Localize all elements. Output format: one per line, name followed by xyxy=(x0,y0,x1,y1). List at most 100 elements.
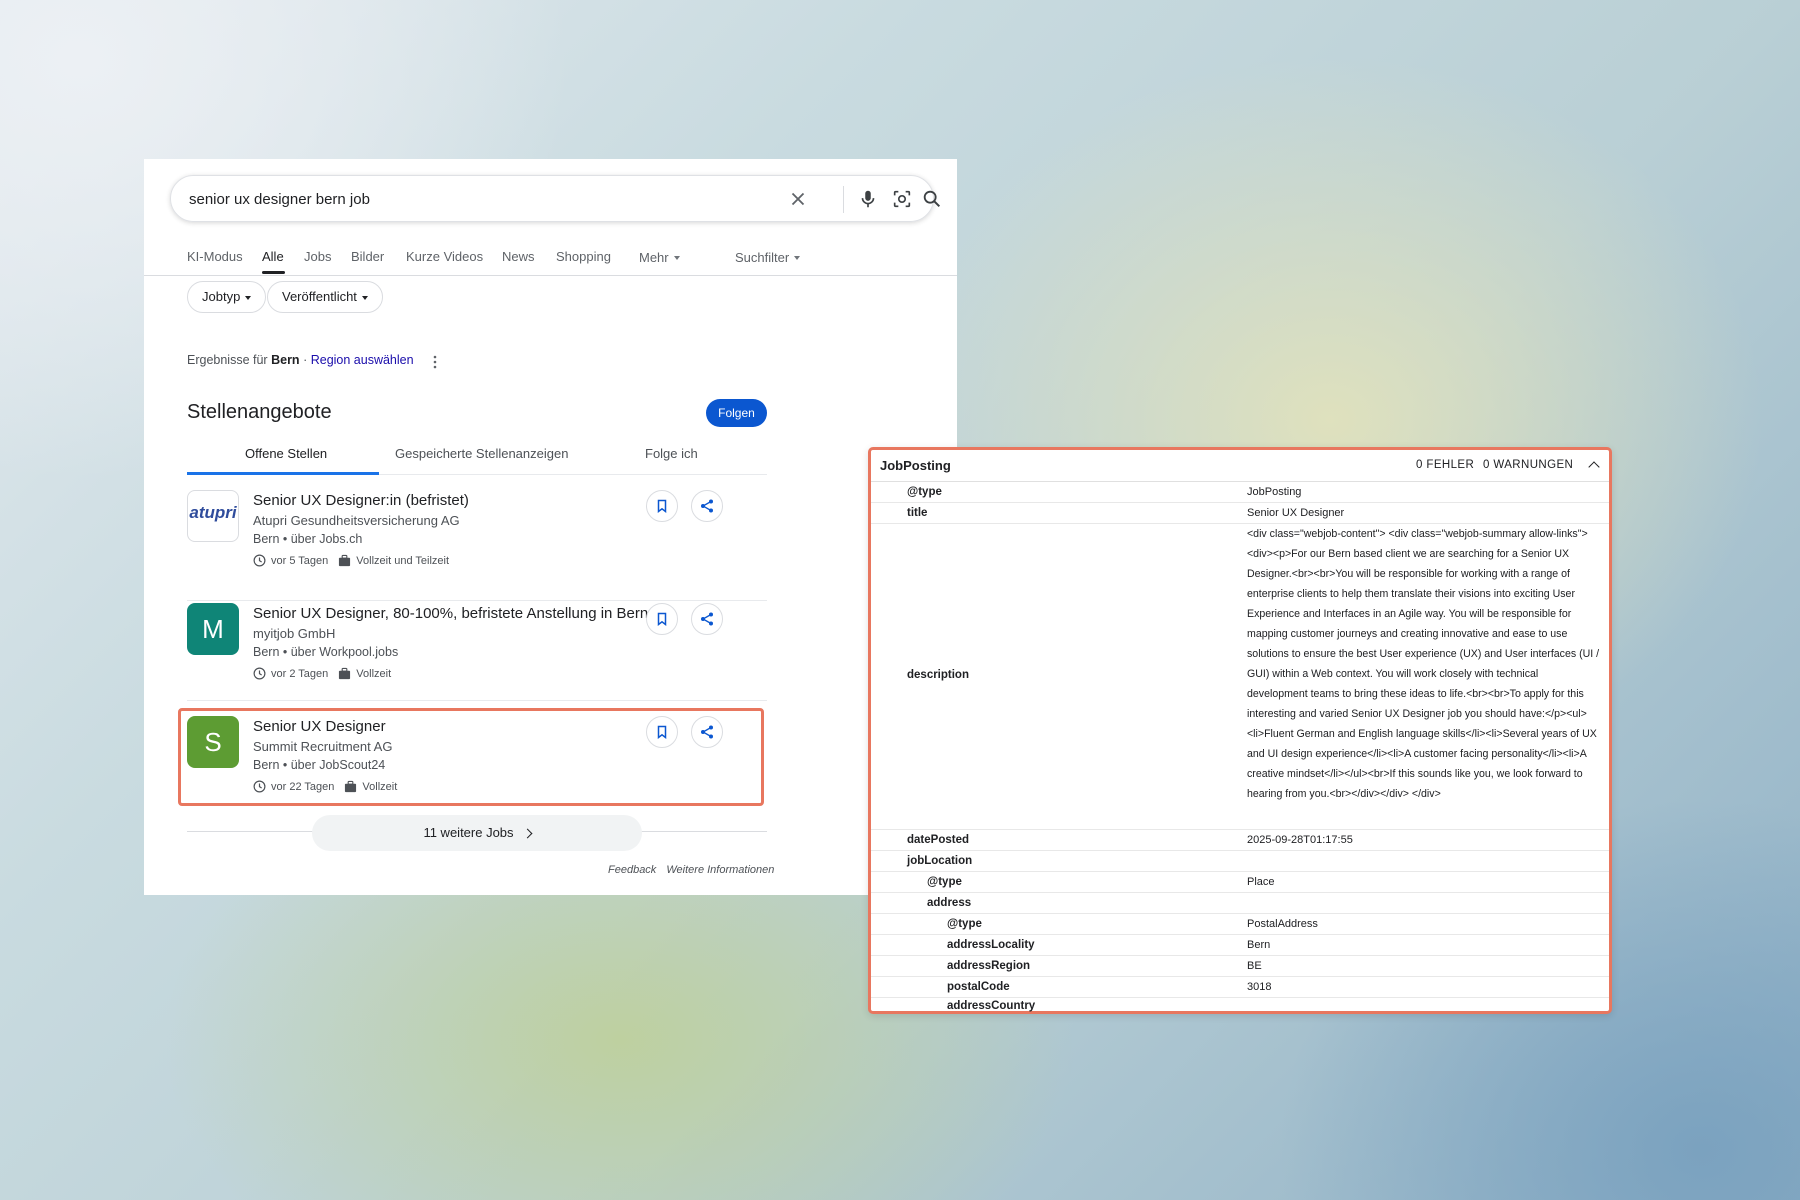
search-icon[interactable] xyxy=(921,188,943,210)
property-key: jobLocation xyxy=(907,855,973,867)
property-row: addressRegion BE xyxy=(871,956,1609,977)
feedback-link[interactable]: Feedback xyxy=(608,864,656,876)
error-count: 0 FEHLER xyxy=(1416,459,1475,471)
property-row: @type Place xyxy=(871,872,1609,893)
microphone-icon[interactable] xyxy=(857,188,879,210)
property-row: datePosted 2025-09-28T01:17:55 xyxy=(871,830,1609,851)
property-key: datePosted xyxy=(907,834,969,846)
job-type: Vollzeit und Teilzeit xyxy=(356,554,450,567)
tab-folge-ich[interactable]: Folge ich xyxy=(645,446,698,461)
more-jobs-label: 11 weitere Jobs xyxy=(423,825,514,840)
filter-veroeffentlicht[interactable]: Veröffentlicht xyxy=(267,281,383,313)
property-value: Senior UX Designer xyxy=(1247,507,1345,519)
job-company: Atupri Gesundheitsversicherung AG xyxy=(253,513,460,528)
tab-shopping[interactable]: Shopping xyxy=(556,249,611,264)
tab-news[interactable]: News xyxy=(502,249,535,264)
property-value: JobPosting xyxy=(1247,486,1302,498)
more-info-link[interactable]: Weitere Informationen xyxy=(666,864,774,876)
region-select-link[interactable]: Region auswählen xyxy=(311,353,414,367)
save-job-button[interactable] xyxy=(646,603,678,635)
panel-title: JobPosting xyxy=(880,458,951,473)
property-value: Place xyxy=(1247,876,1275,888)
tab-mehr-label: Mehr xyxy=(639,250,669,265)
property-value: PostalAddress xyxy=(1247,918,1318,930)
job-source: Bern • über Workpool.jobs xyxy=(253,645,399,659)
save-job-button[interactable] xyxy=(646,490,678,522)
region-prefix: Ergebnisse für xyxy=(187,353,268,367)
property-row: postalCode 3018 xyxy=(871,977,1609,998)
property-key: address xyxy=(927,897,972,909)
tab-alle[interactable]: Alle xyxy=(262,249,284,264)
job-type: Vollzeit xyxy=(356,667,392,680)
structured-data-panel: JobPosting 0 FEHLER 0 WARNUNGEN @type Jo… xyxy=(868,447,1612,1014)
company-logo: atupri xyxy=(187,490,239,542)
job-meta: vor 5 Tagen Vollzeit und Teilzeit xyxy=(253,554,449,567)
job-listing[interactable]: atupri Senior UX Designer:in (befristet)… xyxy=(187,490,767,603)
job-title[interactable]: Senior UX Designer:in (befristet) xyxy=(253,492,469,509)
filter-jobtyp[interactable]: Jobtyp xyxy=(187,281,267,313)
active-tab-indicator xyxy=(262,271,285,274)
share-job-button[interactable] xyxy=(691,603,723,635)
region-place: Bern xyxy=(271,353,300,367)
tab-suchfilter[interactable]: Suchfilter xyxy=(735,249,801,267)
property-key: addressLocality xyxy=(947,939,1035,951)
warning-count: 0 WARNUNGEN xyxy=(1483,459,1574,471)
tab-offene-stellen[interactable]: Offene Stellen xyxy=(245,446,327,461)
tab-jobs[interactable]: Jobs xyxy=(304,249,331,264)
lens-icon[interactable] xyxy=(891,188,913,210)
property-row: @type JobPosting xyxy=(871,482,1609,503)
property-row: description <div class="webjob-content">… xyxy=(871,524,1609,830)
property-key: description xyxy=(907,669,969,681)
share-job-button[interactable] xyxy=(691,490,723,522)
tab-bilder[interactable]: Bilder xyxy=(351,249,384,264)
share-icon xyxy=(701,612,713,626)
property-row: jobLocation xyxy=(871,851,1609,872)
property-key: addressRegion xyxy=(947,960,1031,972)
chevron-down-icon xyxy=(794,255,801,260)
jobs-section-title: Stellenangebote xyxy=(187,401,332,423)
briefcase-icon xyxy=(339,554,351,567)
tab-gespeicherte-stellenanzeigen[interactable]: Gespeicherte Stellenanzeigen xyxy=(395,446,568,461)
follow-button[interactable]: Folgen xyxy=(706,399,767,427)
property-key: title xyxy=(907,507,928,519)
chevron-up-icon[interactable] xyxy=(1588,461,1600,473)
property-row: @type PostalAddress xyxy=(871,914,1609,935)
briefcase-icon xyxy=(339,667,351,680)
property-value: Bern xyxy=(1247,939,1271,951)
company-logo: M xyxy=(187,603,239,655)
property-key: @type xyxy=(927,876,962,888)
clock-icon xyxy=(253,667,266,680)
job-company: myitjob GmbH xyxy=(253,626,336,641)
region-separator: · xyxy=(303,353,308,367)
tab-mehr[interactable]: Mehr xyxy=(639,249,680,267)
job-meta: vor 2 Tagen Vollzeit xyxy=(253,667,391,680)
active-job-tab-indicator xyxy=(187,472,379,475)
filter-jobtyp-label: Jobtyp xyxy=(202,289,241,304)
property-key: @type xyxy=(907,486,942,498)
bookmark-icon xyxy=(657,612,667,626)
highlight-frame xyxy=(178,708,764,806)
search-bar[interactable]: senior ux designer bern job xyxy=(170,175,941,222)
job-title[interactable]: Senior UX Designer, 80-100%, befristete … xyxy=(253,605,648,622)
job-age: vor 5 Tagen xyxy=(271,554,329,567)
chevron-down-icon xyxy=(245,295,252,300)
tab-kurze-videos[interactable]: Kurze Videos xyxy=(406,249,483,264)
property-row: addressCountry xyxy=(871,998,1609,1012)
footer-links: Feedback Weitere Informationen xyxy=(608,864,774,876)
chevron-down-icon xyxy=(673,255,680,260)
tabs-divider xyxy=(144,275,957,276)
search-divider xyxy=(843,186,844,213)
tab-ki-modus[interactable]: KI-Modus xyxy=(187,249,243,264)
more-jobs-button[interactable]: 11 weitere Jobs xyxy=(312,815,642,851)
job-divider xyxy=(187,700,767,701)
property-key: postalCode xyxy=(947,981,1010,993)
more-options-icon[interactable] xyxy=(433,355,437,369)
search-input[interactable]: senior ux designer bern job xyxy=(189,191,370,208)
panel-header[interactable]: JobPosting 0 FEHLER 0 WARNUNGEN xyxy=(871,450,1609,482)
property-key: addressCountry xyxy=(947,1000,1036,1012)
close-icon[interactable] xyxy=(787,188,809,210)
chevron-right-icon xyxy=(522,828,532,839)
property-row: title Senior UX Designer xyxy=(871,503,1609,524)
property-value: 3018 xyxy=(1247,981,1272,993)
property-value: BE xyxy=(1247,960,1262,972)
